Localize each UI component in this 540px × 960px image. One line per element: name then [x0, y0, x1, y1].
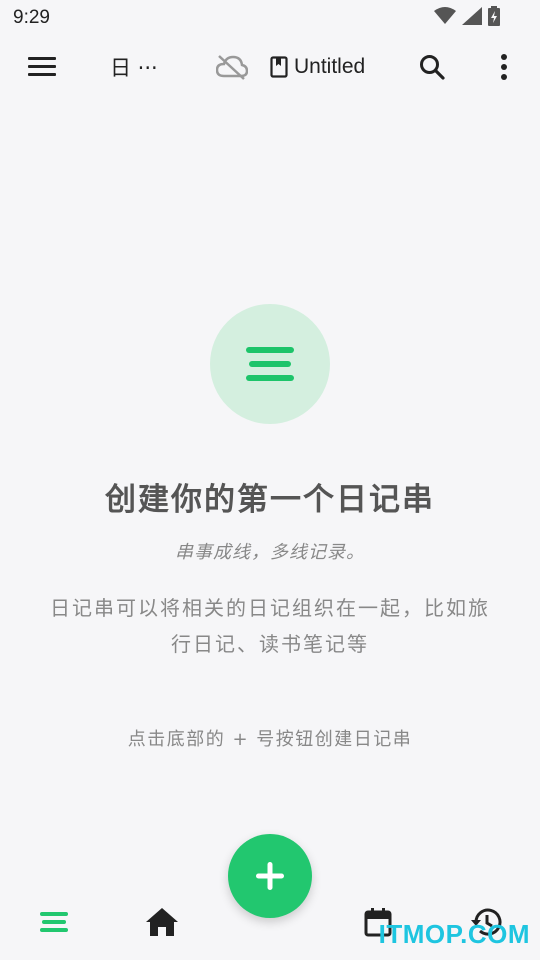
status-time: 9:29 [13, 7, 50, 28]
more-vert-icon [501, 54, 507, 80]
menu-button[interactable] [22, 50, 62, 84]
nav-threads[interactable] [32, 900, 76, 944]
cloud-sync-button[interactable] [214, 52, 250, 82]
notebook-name: Untitled [294, 55, 366, 78]
battery-charging-icon [488, 6, 500, 26]
plus-icon [256, 862, 284, 890]
empty-state-illustration [210, 304, 330, 424]
empty-state-subtitle: 串事成线，多线记录。 [175, 542, 365, 563]
journal-title-text: 日 ··· [110, 56, 158, 80]
notebook-icon [270, 56, 288, 78]
signal-icon [462, 7, 482, 25]
empty-state-description: 日记串可以将相关的日记组织在一起，比如旅行日记、读书笔记等 [50, 596, 490, 656]
empty-state-hint: 点击底部的 + 号按钮创建日记串 [127, 729, 413, 750]
toolbar: 日 ··· Untitled [0, 40, 540, 94]
nav-home[interactable] [140, 900, 184, 944]
status-bar: 9:29 [0, 0, 540, 36]
empty-state-title: 创建你的第一个日记串 [105, 482, 435, 518]
watermark: ITMOP.COM [378, 919, 530, 949]
notebook-selector[interactable]: Untitled [270, 51, 365, 83]
search-icon [420, 55, 445, 80]
home-icon [146, 908, 178, 936]
wifi-icon [434, 7, 456, 24]
threads-illustration-icon [246, 347, 294, 381]
status-icons [434, 6, 500, 26]
journal-title-button[interactable]: 日 ··· [110, 52, 158, 82]
hamburger-icon [28, 57, 56, 76]
search-button[interactable] [414, 50, 450, 84]
more-options-button[interactable] [490, 50, 518, 84]
threads-icon [40, 912, 68, 932]
cloud-off-icon [216, 55, 248, 80]
